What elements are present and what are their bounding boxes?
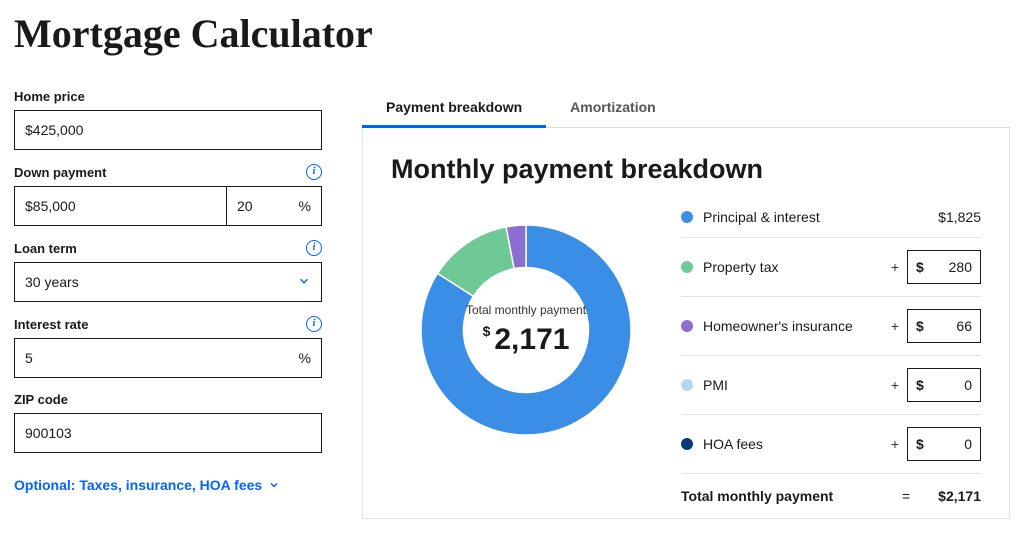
down-payment-label: Down payment [14, 165, 106, 180]
property-tax-input[interactable]: $ 280 [907, 250, 981, 284]
insurance-value: 66 [930, 318, 972, 334]
info-icon[interactable]: i [306, 240, 322, 256]
center-label: Total monthly payment [466, 303, 586, 317]
info-icon[interactable]: i [306, 164, 322, 180]
tab-payment-breakdown[interactable]: Payment breakdown [362, 89, 546, 127]
hoa-value: 0 [930, 436, 972, 452]
total-value: $2,171 [938, 488, 981, 504]
dot-icon [681, 261, 693, 273]
dollar-symbol: $ [916, 436, 924, 452]
interest-rate-value: 5 [25, 350, 33, 366]
legend: Principal & interest $1,825 Property tax… [681, 205, 981, 508]
info-icon[interactable]: i [306, 316, 322, 332]
down-payment-input[interactable]: $85,000 [14, 186, 226, 226]
dot-icon [681, 320, 693, 332]
donut-center: Total monthly payment $2,171 [466, 303, 586, 357]
insurance-input[interactable]: $ 66 [907, 309, 981, 343]
legend-tax-label: Property tax [703, 259, 778, 275]
legend-ins-label: Homeowner's insurance [703, 318, 853, 334]
plus-icon: + [891, 436, 899, 452]
legend-pi-value: $1,825 [938, 209, 981, 225]
tab-amortization[interactable]: Amortization [546, 89, 680, 127]
panel-heading: Monthly payment breakdown [391, 154, 981, 185]
down-payment-pct-value: 20 [237, 198, 299, 214]
plus-icon: + [891, 318, 899, 334]
zip-label: ZIP code [14, 392, 68, 407]
center-value: 2,171 [494, 323, 569, 356]
plus-icon: + [891, 259, 899, 275]
loan-term-label: Loan term [14, 241, 77, 256]
dot-icon [681, 438, 693, 450]
percent-symbol: % [299, 198, 311, 214]
total-label: Total monthly payment [681, 488, 833, 504]
percent-symbol: % [299, 350, 311, 366]
legend-pi-label: Principal & interest [703, 209, 820, 225]
dot-icon [681, 379, 693, 391]
legend-pmi-label: PMI [703, 377, 728, 393]
equals-symbol: = [902, 488, 910, 504]
dollar-symbol: $ [916, 377, 924, 393]
pmi-input[interactable]: $ 0 [907, 368, 981, 402]
loan-term-select[interactable]: 30 years [14, 262, 322, 302]
interest-rate-input[interactable]: 5 % [14, 338, 322, 378]
optional-fees-toggle[interactable]: Optional: Taxes, insurance, HOA fees [14, 477, 280, 493]
loan-term-value: 30 years [25, 274, 79, 290]
dollar-symbol: $ [483, 323, 491, 339]
plus-icon: + [891, 377, 899, 393]
dot-icon [681, 211, 693, 223]
breakdown-panel: Monthly payment breakdown Total monthly … [362, 128, 1010, 519]
pmi-value: 0 [930, 377, 972, 393]
chevron-down-icon [268, 479, 280, 491]
legend-hoa-label: HOA fees [703, 436, 763, 452]
interest-rate-label: Interest rate [14, 317, 88, 332]
hoa-input[interactable]: $ 0 [907, 427, 981, 461]
down-payment-pct-input[interactable]: 20 % [226, 186, 322, 226]
property-tax-value: 280 [930, 259, 972, 275]
total-row: Total monthly payment = $2,171 [681, 474, 981, 508]
dollar-symbol: $ [916, 318, 924, 334]
home-price-label: Home price [14, 89, 85, 104]
home-price-input[interactable]: $425,000 [14, 110, 322, 150]
zip-input[interactable]: 900103 [14, 413, 322, 453]
chevron-down-icon [297, 274, 311, 291]
dollar-symbol: $ [916, 259, 924, 275]
input-form: Home price $425,000 Down payment i $85,0… [14, 89, 322, 519]
tabs: Payment breakdown Amortization [362, 89, 1010, 128]
page-title: Mortgage Calculator [14, 10, 1010, 57]
optional-link-label: Optional: Taxes, insurance, HOA fees [14, 477, 262, 493]
